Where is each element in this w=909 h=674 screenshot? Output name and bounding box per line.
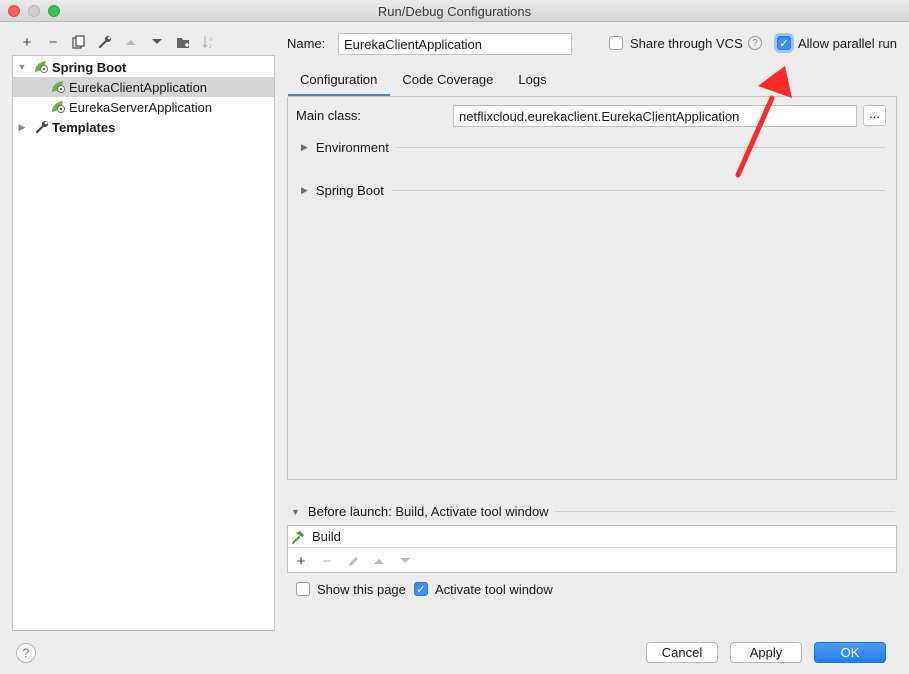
- activate-tool-window-checkbox[interactable]: ✓: [414, 582, 428, 596]
- move-down-icon[interactable]: [144, 32, 170, 52]
- cancel-button[interactable]: Cancel: [646, 642, 718, 663]
- collapse-arrow-icon[interactable]: ▼: [291, 507, 300, 517]
- move-up-icon[interactable]: [366, 551, 392, 571]
- expand-arrow-icon[interactable]: ▶: [301, 142, 308, 153]
- section-divider: [392, 190, 885, 191]
- wrench-icon: [34, 119, 50, 135]
- tab-code-coverage[interactable]: Code Coverage: [390, 67, 506, 97]
- expand-arrow-icon[interactable]: ▼: [16, 62, 28, 72]
- tab-configuration[interactable]: Configuration: [288, 67, 391, 97]
- spring-boot-app-icon: [51, 79, 67, 95]
- ok-button[interactable]: OK: [814, 642, 886, 663]
- hammer-icon: [290, 529, 306, 545]
- add-icon[interactable]: +: [14, 32, 40, 52]
- tree-group-spring-boot[interactable]: ▼ Spring Boot: [13, 57, 274, 77]
- config-toolbar: + − az: [14, 32, 222, 52]
- share-vcs-checkbox[interactable]: [609, 36, 623, 50]
- remove-icon[interactable]: −: [314, 551, 340, 571]
- tree-group-templates[interactable]: ▶ Templates: [13, 117, 274, 137]
- before-launch-list: Build + −: [287, 525, 897, 573]
- share-vcs-label: Share through VCS: [630, 36, 743, 51]
- name-label: Name:: [287, 36, 326, 51]
- new-folder-icon[interactable]: [170, 32, 196, 52]
- before-launch-toolbar: + −: [288, 550, 418, 572]
- section-divider: [555, 511, 895, 512]
- section-label: Spring Boot: [315, 183, 384, 198]
- show-this-page-label: Show this page: [317, 582, 406, 597]
- title-bar: Run/Debug Configurations: [0, 0, 909, 22]
- section-label: Environment: [315, 140, 389, 155]
- name-field[interactable]: EurekaClientApplication: [338, 33, 572, 55]
- expand-arrow-icon[interactable]: ▶: [301, 185, 308, 196]
- spring-boot-icon: [34, 59, 50, 75]
- before-launch-header[interactable]: ▼ Before launch: Build, Activate tool wi…: [291, 504, 549, 519]
- window-title: Run/Debug Configurations: [377, 4, 532, 19]
- allow-parallel-run-checkbox[interactable]: ✓: [777, 36, 791, 50]
- list-item[interactable]: Build: [288, 526, 896, 548]
- tree-item-label: EurekaServerApplication: [69, 99, 213, 115]
- tree-group-label: Templates: [52, 119, 116, 135]
- svg-text:a: a: [209, 37, 213, 43]
- list-item-label: Build: [312, 529, 341, 544]
- edit-icon[interactable]: [340, 551, 366, 571]
- spring-boot-section[interactable]: ▶ Spring Boot: [301, 183, 384, 198]
- tree-item-eureka-server[interactable]: EurekaServerApplication: [13, 97, 274, 117]
- before-launch-label: Before launch: Build, Activate tool wind…: [307, 504, 549, 519]
- add-icon[interactable]: +: [288, 551, 314, 571]
- show-this-page-checkbox[interactable]: [296, 582, 310, 596]
- wrench-icon[interactable]: [92, 32, 118, 52]
- annotation-arrow-icon: [735, 66, 792, 178]
- tree-item-label: EurekaClientApplication: [69, 79, 208, 95]
- remove-icon[interactable]: −: [40, 32, 66, 52]
- environment-section[interactable]: ▶ Environment: [301, 140, 389, 155]
- configuration-tree[interactable]: ▼ Spring Boot EurekaClientApplication Eu…: [12, 55, 275, 631]
- help-icon[interactable]: ?: [748, 36, 762, 50]
- help-button[interactable]: ?: [16, 643, 36, 663]
- tab-logs[interactable]: Logs: [506, 67, 559, 97]
- copy-icon[interactable]: [66, 32, 92, 52]
- tree-item-eureka-client[interactable]: EurekaClientApplication: [13, 77, 274, 97]
- allow-parallel-run-label: Allow parallel run: [798, 36, 897, 51]
- move-down-icon[interactable]: [392, 551, 418, 571]
- main-class-label: Main class:: [296, 108, 362, 123]
- browse-button[interactable]: ...: [863, 105, 886, 126]
- spring-boot-app-icon: [51, 99, 67, 115]
- svg-text:z: z: [209, 44, 212, 49]
- sort-icon[interactable]: az: [196, 32, 222, 52]
- apply-button[interactable]: Apply: [730, 642, 802, 663]
- activate-tool-window-label: Activate tool window: [435, 582, 553, 597]
- move-up-icon[interactable]: [118, 32, 144, 52]
- config-tabs: Configuration Code Coverage Logs: [288, 67, 560, 97]
- collapse-arrow-icon[interactable]: ▶: [16, 122, 28, 133]
- tree-group-label: Spring Boot: [52, 59, 127, 75]
